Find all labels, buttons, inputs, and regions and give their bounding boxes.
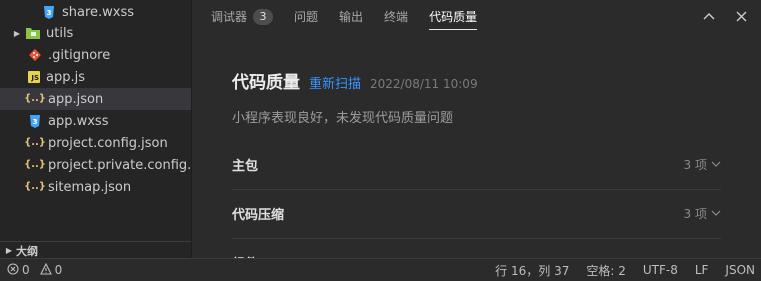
js-icon: JS [28, 71, 40, 83]
devtools-window: 3 share.wxss ▶ utils .gitignore JS app.j [0, 0, 761, 281]
chevron-up-icon[interactable] [701, 8, 717, 24]
tab-label: 问题 [294, 10, 319, 24]
tab-label: 输出 [339, 10, 364, 24]
tree-item-label: .gitignore [48, 47, 111, 63]
tab-debugger[interactable]: 调试器 3 [211, 0, 274, 33]
count-badge: 3 [253, 8, 274, 25]
error-icon [7, 262, 19, 278]
tree-item-label: sitemap.json [48, 179, 132, 195]
section-code-compression[interactable]: 代码压缩 3 项 [232, 189, 721, 239]
outline-label: 大纲 [16, 244, 38, 258]
section-count: 3 项 [684, 156, 721, 173]
tree-item-app-wxss[interactable]: 3 app.wxss [0, 110, 191, 132]
scan-timestamp: 2022/08/11 10:09 [370, 77, 478, 91]
json-icon: {..} [24, 181, 46, 192]
git-icon [28, 48, 42, 62]
warning-count: 0 [54, 263, 63, 277]
tree-item-label: project.private.config.js... [48, 157, 192, 173]
warning-icon [39, 262, 52, 278]
json-icon: {..} [24, 159, 46, 170]
rescan-link[interactable]: 重新扫描 [309, 73, 361, 92]
status-bar: 0 0 行 16，列 37 空格: 2 UTF-8 LF JSON [0, 258, 761, 281]
section-title: 主包 [232, 159, 259, 174]
tree-item-utils[interactable]: ▶ utils [0, 22, 191, 44]
svg-text:3: 3 [33, 118, 38, 126]
encoding[interactable]: UTF-8 [643, 263, 678, 277]
section-count-text: 3 项 [683, 158, 707, 172]
problems-summary[interactable]: 0 0 [7, 262, 72, 278]
tree-item-app-js[interactable]: JS app.js [0, 66, 191, 88]
tree-item-app-json[interactable]: {..} app.json [0, 88, 191, 110]
tree-item-project-config-json[interactable]: {..} project.config.json [0, 132, 191, 154]
section-main-package[interactable]: 主包 3 项 [232, 140, 721, 190]
outline-section-header[interactable]: ▶ 大纲 [0, 241, 191, 258]
chevron-right-icon[interactable]: ▶ [12, 29, 22, 38]
tree-item-label: app.json [48, 91, 104, 107]
tree-item-gitignore[interactable]: .gitignore [0, 44, 191, 66]
close-icon[interactable] [733, 8, 749, 24]
tree-item-label: project.config.json [48, 135, 168, 151]
section-title: 代码压缩 [232, 208, 285, 223]
report-title: 代码质量 [232, 73, 300, 93]
svg-text:3: 3 [47, 9, 52, 17]
tree-item-sitemap-json[interactable]: {..} sitemap.json [0, 176, 191, 198]
tree-item-label: app.wxss [48, 113, 109, 129]
tree-item-label: share.wxss [62, 4, 135, 20]
css-icon: 3 [42, 5, 56, 19]
folder-icon [26, 26, 40, 40]
chevron-down-icon [711, 159, 721, 170]
error-count: 0 [22, 263, 30, 277]
tab-output[interactable]: 输出 [339, 0, 363, 33]
section-components[interactable]: 组件 [232, 238, 721, 258]
tab-label: 终端 [384, 10, 409, 24]
chevron-down-icon [711, 208, 721, 219]
tree-item-label: utils [46, 25, 74, 41]
tab-terminal[interactable]: 终端 [384, 0, 408, 33]
report-summary: 小程序表现良好，未发现代码质量问题 [232, 111, 454, 126]
indentation[interactable]: 空格: 2 [586, 262, 626, 279]
json-icon: {..} [24, 93, 46, 104]
css-icon: 3 [28, 114, 42, 128]
panel-tabs: 调试器 3 问题 输出 终端 代码质量 [192, 0, 761, 33]
cursor-position[interactable]: 行 16，列 37 [495, 262, 569, 279]
tab-label: 调试器 [211, 10, 248, 24]
end-of-line[interactable]: LF [695, 263, 709, 277]
json-icon: {..} [24, 137, 46, 148]
tree-item-label: app.js [46, 69, 85, 85]
section-count-text: 3 项 [683, 207, 707, 221]
tree-item-share-wxss[interactable]: 3 share.wxss [0, 1, 191, 23]
section-count: 3 项 [684, 205, 721, 222]
panel-actions [701, 8, 749, 24]
language-mode[interactable]: JSON [725, 263, 755, 277]
status-right-items: 行 16，列 37 空格: 2 UTF-8 LF JSON [478, 262, 755, 279]
tab-problems[interactable]: 问题 [294, 0, 318, 33]
file-explorer: 3 share.wxss ▶ utils .gitignore JS app.j [0, 0, 192, 258]
code-quality-report: 代码质量 重新扫描 2022/08/11 10:09 小程序表现良好，未发现代码… [232, 68, 721, 126]
tab-label: 代码质量 [429, 10, 478, 24]
tree-item-project-private-config-json[interactable]: {..} project.private.config.js... [0, 154, 192, 176]
tab-code-quality[interactable]: 代码质量 [429, 0, 478, 33]
chevron-right-icon: ▶ [5, 246, 13, 255]
bottom-panel: 调试器 3 问题 输出 终端 代码质量 代码质量 重新扫描 2022/08/11… [192, 0, 761, 258]
